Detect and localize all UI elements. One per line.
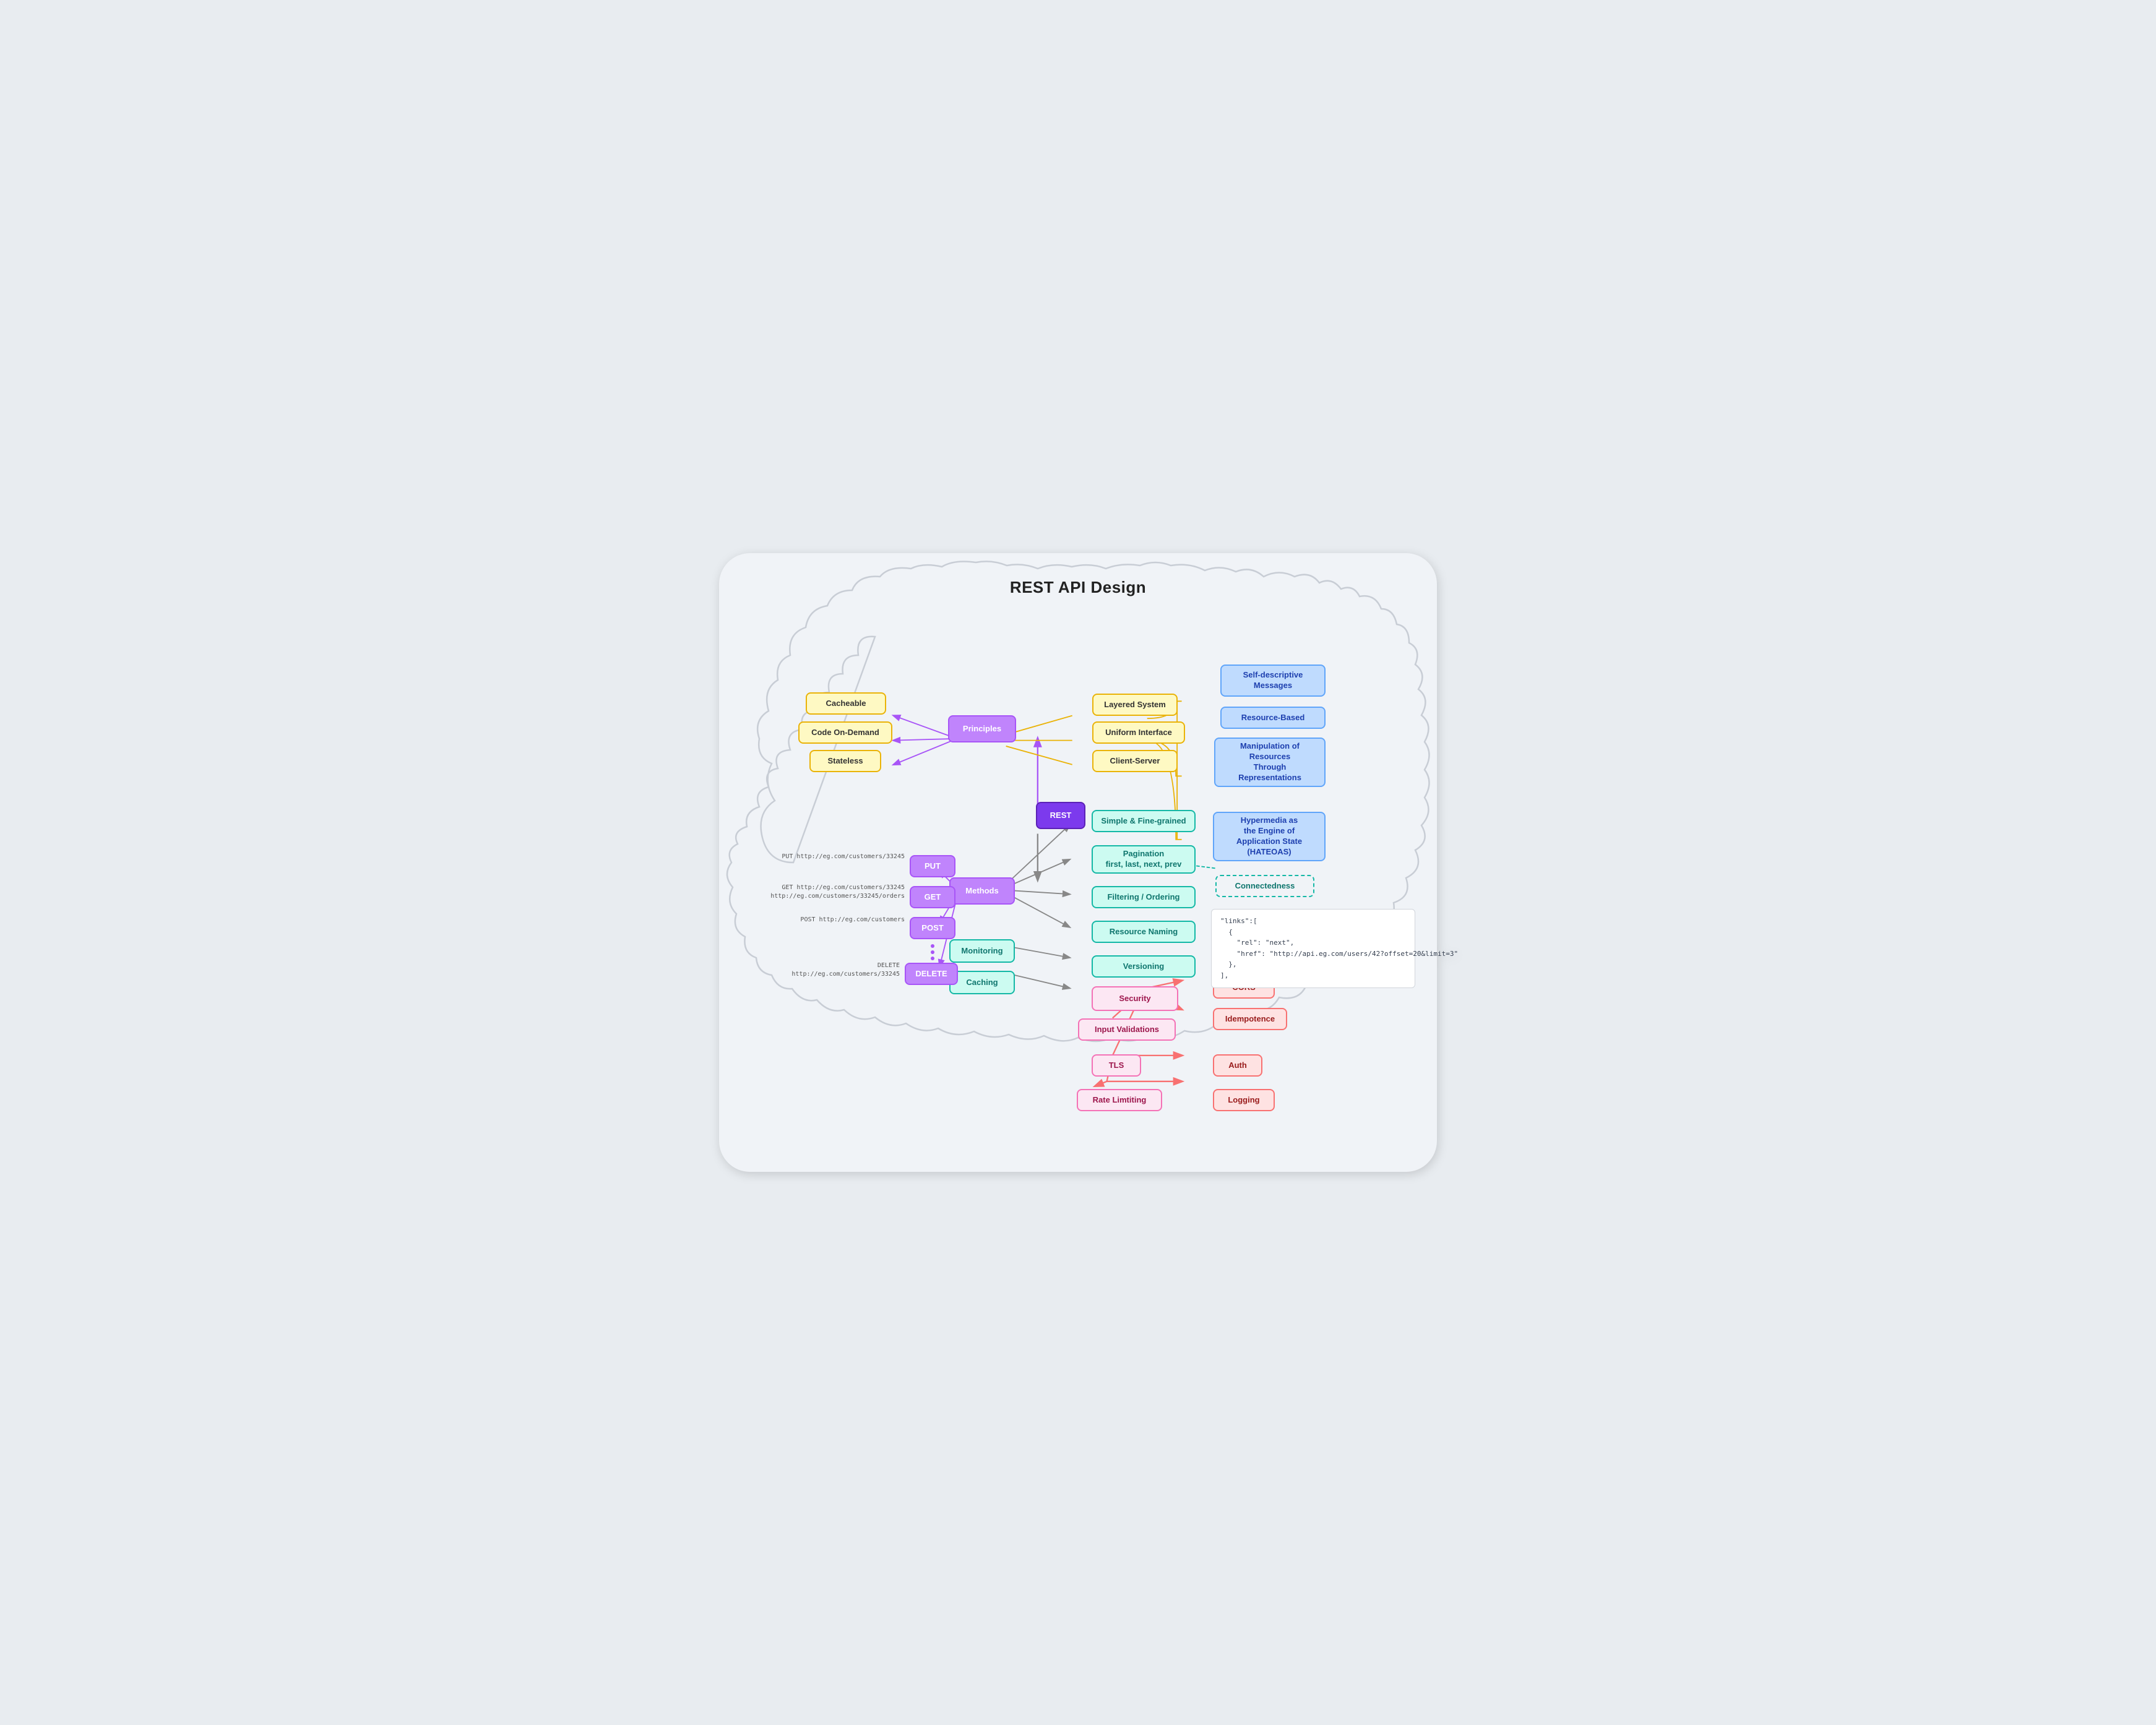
security-node: Security xyxy=(1092,986,1178,1011)
manipulation-node: Manipulation of Resources Through Repres… xyxy=(1214,738,1326,787)
post-label: POST http://eg.com/customers xyxy=(781,916,905,924)
page-title: REST API Design xyxy=(744,578,1412,597)
connectedness-node: Connectedness xyxy=(1215,875,1314,897)
pagination-node: Pagination first, last, next, prev xyxy=(1092,845,1196,874)
methods-node: Methods xyxy=(949,877,1015,905)
principles-node: Principles xyxy=(948,715,1016,742)
idempotence-node: Idempotence xyxy=(1213,1008,1287,1030)
simple-finegrained-node: Simple & Fine-grained xyxy=(1092,810,1196,832)
logging-node: Logging xyxy=(1213,1089,1275,1111)
filtering-node: Filtering / Ordering xyxy=(1092,886,1196,908)
auth-node: Auth xyxy=(1213,1054,1262,1077)
hateoas-node: Hypermedia as the Engine of Application … xyxy=(1213,812,1326,861)
put-label: PUT http://eg.com/customers/33245 xyxy=(762,853,905,861)
rate-limiting-node: Rate Limtiting xyxy=(1077,1089,1162,1111)
stateless-node: Stateless xyxy=(809,750,881,772)
self-descriptive-node: Self-descriptive Messages xyxy=(1220,665,1326,697)
resource-naming-node: Resource Naming xyxy=(1092,921,1196,943)
monitoring-node: Monitoring xyxy=(949,939,1015,963)
delete-label: DELETE http://eg.com/customers/33245 xyxy=(767,961,900,979)
get-node: GET xyxy=(910,886,955,908)
resource-based-node: Resource-Based xyxy=(1220,707,1326,729)
cacheable-node: Cacheable xyxy=(806,692,886,715)
versioning-node: Versioning xyxy=(1092,955,1196,978)
dots xyxy=(931,944,934,960)
uniform-interface-node: Uniform Interface xyxy=(1092,721,1185,744)
get-label: GET http://eg.com/customers/33245 http:/… xyxy=(755,884,905,901)
code-block: "links":[ { "rel": "next", "href": "http… xyxy=(1211,909,1415,988)
rest-node: REST xyxy=(1036,802,1085,829)
input-validations-node: Input Validations xyxy=(1078,1018,1176,1041)
layered-system-node: Layered System xyxy=(1092,694,1178,716)
caching-node: Caching xyxy=(949,971,1015,994)
diagram-area: REST API Design xyxy=(744,578,1412,1147)
put-node: PUT xyxy=(910,855,955,877)
post-node: POST xyxy=(910,917,955,939)
code-on-demand-node: Code On-Demand xyxy=(798,721,892,744)
tls-node: TLS xyxy=(1092,1054,1141,1077)
delete-node: DELETE xyxy=(905,963,958,985)
cloud-container: REST API Design xyxy=(719,553,1437,1172)
client-server-node: Client-Server xyxy=(1092,750,1178,772)
